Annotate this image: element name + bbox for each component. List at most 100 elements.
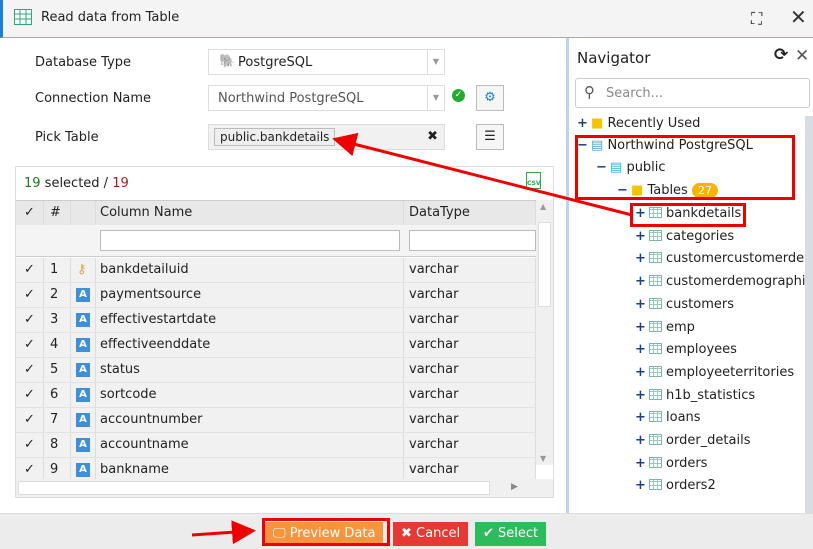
clear-icon[interactable]: ✖ <box>427 129 438 144</box>
column-name-filter[interactable] <box>100 230 400 251</box>
tree-item-recently-used[interactable]: + ■ Recently Used <box>577 116 700 135</box>
table-icon <box>649 456 662 468</box>
tree-item-table[interactable]: + employeeterritories <box>635 362 794 384</box>
tree-item-table[interactable]: + orders <box>635 453 707 475</box>
tree-label: Tables <box>647 183 688 198</box>
database-type-select[interactable]: 🐘 PostgreSQL ▼ <box>208 49 445 75</box>
chevron-down-icon[interactable]: ▼ <box>427 86 444 110</box>
row-checkbox[interactable]: ✓ <box>16 408 44 432</box>
pick-table-input[interactable]: public.bankdetails ✖ <box>208 124 445 150</box>
select-label: Select <box>498 526 539 541</box>
column-name: effectiveenddate <box>96 333 404 357</box>
text-type-icon: A <box>76 338 90 352</box>
maximize-icon[interactable]: ⛶ <box>751 9 762 29</box>
close-icon: ✖ <box>401 526 412 541</box>
horizontal-scrollbar[interactable]: ▶ <box>16 479 553 497</box>
tree-label: bankdetails <box>666 206 742 221</box>
table-row[interactable]: ✓ 7 Aaccountnumber varchar <box>16 408 536 433</box>
header-icon <box>71 201 96 225</box>
header-datatype[interactable]: DataType <box>404 201 536 225</box>
select-all-checkbox[interactable]: ✓ <box>16 201 44 225</box>
row-checkbox[interactable]: ✓ <box>16 258 44 282</box>
tree-item-connection[interactable]: − ▤ Northwind PostgreSQL <box>577 135 753 157</box>
table-icon <box>649 275 662 287</box>
navigator-search[interactable]: ⚲ Search... <box>575 78 810 108</box>
close-icon[interactable]: ✕ <box>790 5 807 29</box>
tree-item-schema[interactable]: − ▤ public <box>596 157 666 179</box>
tree-item-table[interactable]: + order_details <box>635 430 750 452</box>
tree-item-table[interactable]: + bankdetails <box>635 203 741 225</box>
row-icon: A <box>71 433 96 457</box>
column-name: sortcode <box>96 383 404 407</box>
row-checkbox[interactable]: ✓ <box>16 433 44 457</box>
monitor-icon: 🖵 <box>273 526 286 541</box>
row-icon: A <box>71 308 96 332</box>
row-icon: A <box>71 283 96 307</box>
tree-item-table[interactable]: + h1b_statistics <box>635 385 755 407</box>
text-type-icon: A <box>76 313 90 327</box>
tree-item-tables[interactable]: − ■ Tables 27 <box>617 180 718 202</box>
table-row[interactable]: ✓ 5 Astatus varchar <box>16 358 536 383</box>
navigator-title: Navigator <box>577 49 651 67</box>
tree-item-table[interactable]: + employees <box>635 339 737 361</box>
table-menu-button[interactable]: ☰ <box>476 124 504 150</box>
table-row[interactable]: ✓ 8 Aaccountname varchar <box>16 433 536 458</box>
table-row[interactable]: ✓ 3 Aeffectivestartdate varchar <box>16 308 536 333</box>
cancel-button[interactable]: ✖ Cancel <box>393 522 469 546</box>
tree-label: employees <box>666 342 737 358</box>
datatype: varchar <box>404 383 536 407</box>
tree-label: public <box>626 160 666 175</box>
preview-data-button[interactable]: 🖵 Preview Data <box>265 522 384 546</box>
total-count: 19 <box>112 176 129 191</box>
header-column-name[interactable]: Column Name <box>96 201 404 225</box>
window-title: Read data from Table <box>41 10 180 25</box>
row-number: 4 <box>44 333 71 357</box>
vertical-scrollbar[interactable]: ▲ ▼ <box>536 200 553 465</box>
text-type-icon: A <box>76 463 90 477</box>
tree-item-table[interactable]: + customers <box>635 294 734 316</box>
row-checkbox[interactable]: ✓ <box>16 358 44 382</box>
row-checkbox[interactable]: ✓ <box>16 383 44 407</box>
select-button[interactable]: ✔ Select <box>475 522 547 546</box>
connection-settings-button[interactable]: ⚙ <box>476 85 504 111</box>
connection-name-select[interactable]: Northwind PostgreSQL ▼ <box>208 85 445 111</box>
tree-item-table[interactable]: + loans <box>635 407 701 429</box>
datatype: varchar <box>404 308 536 332</box>
navigator-scrollbar[interactable] <box>805 116 813 513</box>
table-row[interactable]: ✓ 1 ⚷ bankdetailuid varchar <box>16 258 536 283</box>
datatype: varchar <box>404 358 536 382</box>
table-icon <box>649 388 662 400</box>
table-row[interactable]: ✓ 2 Apaymentsource varchar <box>16 283 536 308</box>
csv-export-icon[interactable]: CSV <box>526 172 541 189</box>
tree-item-table[interactable]: +customercustomerdemo <box>635 248 805 270</box>
tree-label: customercustomerdemo <box>666 251 805 267</box>
text-type-icon: A <box>76 363 90 377</box>
row-checkbox[interactable]: ✓ <box>16 333 44 357</box>
row-checkbox[interactable]: ✓ <box>16 308 44 332</box>
navigator-tree: + ■ Recently Used − ▤ Northwind PostgreSQL… <box>569 116 805 513</box>
row-number: 5 <box>44 358 71 382</box>
connection-name-value: Northwind PostgreSQL <box>218 91 364 106</box>
table-icon <box>649 411 662 423</box>
tree-item-table[interactable]: + customerdemographics <box>635 271 805 293</box>
table-row[interactable]: ✓ 4 Aeffectiveenddate varchar <box>16 333 536 358</box>
refresh-icon[interactable]: ⟳ <box>774 45 788 65</box>
row-number: 3 <box>44 308 71 332</box>
schema-icon: ▤ <box>610 160 623 175</box>
close-navigator-icon[interactable]: ✕ <box>795 46 809 66</box>
star-folder-icon: ■ <box>591 116 604 131</box>
table-row[interactable]: ✓ 6 Asortcode varchar <box>16 383 536 408</box>
table-icon <box>14 9 32 25</box>
database-type-label: Database Type <box>35 55 132 70</box>
tree-item-table[interactable]: + categories <box>635 226 734 248</box>
row-icon: A <box>71 358 96 382</box>
chevron-down-icon[interactable]: ▼ <box>427 50 444 74</box>
column-name: accountnumber <box>96 408 404 432</box>
tree-item-table[interactable]: + emp <box>635 317 695 339</box>
row-checkbox[interactable]: ✓ <box>16 283 44 307</box>
tree-item-table[interactable]: + orders2 <box>635 475 716 497</box>
datatype-filter[interactable] <box>409 230 536 251</box>
dialog-footer: 🖵 Preview Data ✖ Cancel ✔ Select <box>0 513 813 549</box>
datatype: varchar <box>404 283 536 307</box>
database-icon: ▤ <box>591 138 604 153</box>
